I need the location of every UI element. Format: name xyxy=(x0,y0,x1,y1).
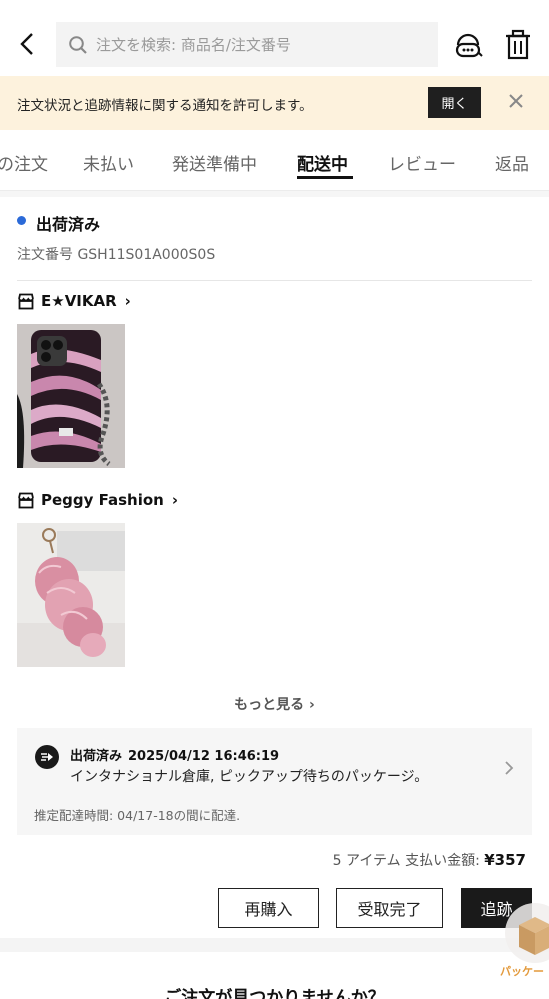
payment-amount: ¥357 xyxy=(484,851,526,869)
trash-icon[interactable] xyxy=(503,29,533,61)
store-name: Peggy Fashion xyxy=(41,491,164,509)
tab-shipping[interactable]: 配送中 xyxy=(297,150,348,175)
divider xyxy=(17,280,532,281)
confirm-received-button[interactable]: 受取完了 xyxy=(336,888,443,928)
store-link-evikar[interactable]: E★VIKAR › xyxy=(17,292,131,310)
tab-review[interactable]: レビュー xyxy=(388,150,456,175)
search-input[interactable] xyxy=(96,35,426,54)
store-icon xyxy=(18,293,34,309)
chevron-right-icon xyxy=(505,761,514,775)
order-number: 注文番号 GSH11S01A000S0S xyxy=(17,247,216,263)
active-tab-indicator xyxy=(297,176,353,179)
rebuy-button[interactable]: 再購入 xyxy=(218,888,319,928)
search-icon xyxy=(69,35,87,54)
back-chevron-icon[interactable] xyxy=(14,30,42,58)
tracking-datetime: 2025/04/12 16:46:19 xyxy=(128,749,280,764)
tab-all-orders[interactable]: の注文 xyxy=(0,150,48,175)
product-image-phone-case[interactable] xyxy=(17,324,125,468)
search-bar[interactable] xyxy=(56,22,438,67)
store-link-peggy-fashion[interactable]: Peggy Fashion › xyxy=(17,491,178,509)
tab-unpaid[interactable]: 未払い xyxy=(83,150,134,175)
chevron-right-icon: › xyxy=(171,491,179,509)
customer-service-icon[interactable] xyxy=(452,29,484,61)
order-not-found-heading: ご注文が見つかりませんか？ xyxy=(164,988,385,999)
close-icon[interactable] xyxy=(505,90,527,112)
notification-text: 注文状況と追跡情報に関する通知を許可します。 xyxy=(17,98,313,114)
tracking-status: 出荷済み xyxy=(70,749,123,764)
store-name: E★VIKAR xyxy=(41,292,117,310)
tab-preparing[interactable]: 発送準備中 xyxy=(172,150,257,175)
estimated-delivery: 推定配達時間: 04/17-18の間に配達. xyxy=(34,808,241,823)
section-divider xyxy=(0,938,549,952)
order-status-tabs: の注文 未払い 発送準備中 配送中 レビュー 返品 xyxy=(0,131,549,191)
package-widget-label[interactable]: パッケー xyxy=(500,963,544,979)
tracking-detail: インタナショナル倉庫, ピックアップ待ちのパッケージ。 xyxy=(70,769,429,785)
section-divider xyxy=(0,191,549,197)
shipping-icon xyxy=(35,745,59,769)
chevron-right-icon: › xyxy=(124,292,131,310)
product-image-fur-keychain[interactable] xyxy=(17,523,125,667)
payment-summary: 5 アイテム 支払い金額: ¥357 xyxy=(333,850,526,870)
notification-banner: 注文状況と追跡情報に関する通知を許可します。 開く xyxy=(0,76,549,130)
enable-notifications-button[interactable]: 開く xyxy=(428,87,481,118)
tracking-status-line: 出荷済み 2025/04/12 16:46:19 xyxy=(70,745,279,764)
store-icon xyxy=(18,492,34,508)
tracking-card[interactable]: 出荷済み 2025/04/12 16:46:19 インタナショナル倉庫, ピックア… xyxy=(17,728,532,835)
tab-returns[interactable]: 返品 xyxy=(495,150,529,175)
show-more-link[interactable]: もっと見る › xyxy=(0,694,549,714)
order-status: 出荷済み xyxy=(36,215,101,234)
status-dot xyxy=(17,216,26,225)
item-count-label: 5 アイテム 支払い金額: xyxy=(332,853,480,869)
